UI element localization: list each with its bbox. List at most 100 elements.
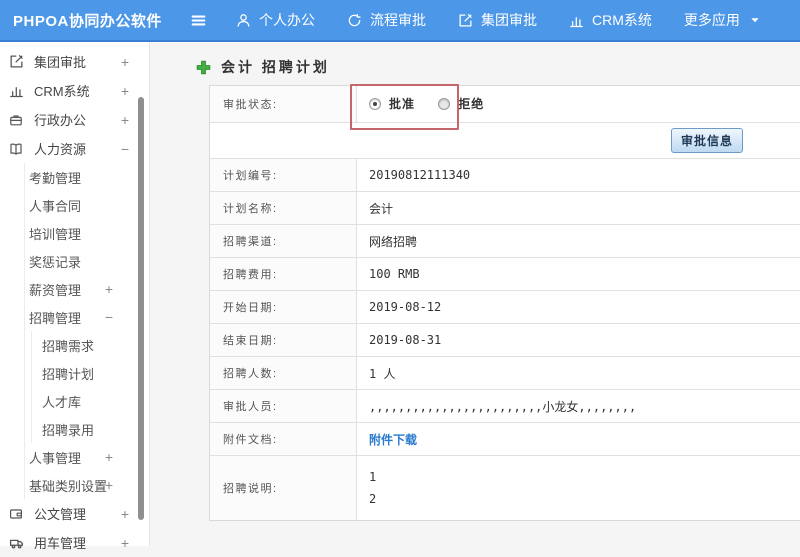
page-header: 会计 招聘计划 bbox=[196, 58, 800, 76]
sidebar-item-label: 招聘录用 bbox=[42, 422, 95, 438]
field-value: 2019-08-12 bbox=[369, 300, 442, 314]
car-icon bbox=[9, 535, 25, 550]
radio-approve[interactable]: 批准 bbox=[369, 95, 415, 112]
field-label: 审批人员: bbox=[223, 401, 278, 413]
field-label: 结束日期: bbox=[223, 335, 278, 347]
top-navbar: PHPOA协同办公软件 个人办公 流程审批 集团审批 CRM系统 更多应用 bbox=[0, 0, 800, 42]
radio-reject-icon[interactable] bbox=[438, 97, 451, 110]
field-label: 计划名称: bbox=[223, 203, 278, 215]
field-value: 2019-08-31 bbox=[369, 333, 442, 347]
sidebar-item-recruit-plan[interactable]: 招聘计划 bbox=[32, 359, 149, 387]
sidebar-item-personnel-mgmt[interactable]: 人事管理 + bbox=[25, 443, 149, 471]
expand-plus-icon[interactable]: + bbox=[121, 54, 129, 70]
sidebar-item-hr-contract[interactable]: 人事合同 bbox=[25, 191, 149, 219]
flow-icon bbox=[347, 13, 362, 28]
attachment-download-link[interactable]: 附件下载 bbox=[369, 433, 417, 447]
nav-item-flow-approval[interactable]: 流程审批 bbox=[347, 10, 426, 30]
sidebar-item-crm-system[interactable]: CRM系统 + bbox=[0, 76, 149, 105]
nav-item-personal-office[interactable]: 个人办公 bbox=[236, 10, 315, 30]
field-value: 12 bbox=[357, 456, 800, 520]
field-label: 审批状态: bbox=[223, 99, 278, 111]
form-row: 开始日期: 2019-08-12 bbox=[210, 291, 800, 324]
collapse-minus-icon[interactable]: − bbox=[121, 141, 129, 157]
expand-plus-icon[interactable]: + bbox=[121, 535, 129, 551]
form-row: 计划编号: 20190812111340 bbox=[210, 159, 800, 192]
edit-icon bbox=[9, 54, 25, 69]
sidebar-submenu: 考勤管理人事合同培训管理奖惩记录薪资管理 + 招聘管理 − 招聘需求招聘计划人才库招聘录… bbox=[24, 163, 149, 499]
form-row: 招聘说明: 1 2 bbox=[210, 456, 800, 520]
form-row: 招聘费用: 100 RMB bbox=[210, 258, 800, 291]
expand-plus-icon[interactable]: + bbox=[121, 83, 129, 99]
sidebar-item-base-category-settings[interactable]: 基础类别设置 + bbox=[25, 471, 149, 499]
sidebar-item-label: 培训管理 bbox=[29, 226, 82, 242]
form-row-approval-button: 审批信息 bbox=[210, 123, 800, 159]
form-row: 审批人员: ,,,,,,,,,,,,,,,,,,,,,,,,小龙女,,,,,,,, bbox=[210, 390, 800, 423]
value-line: 1 bbox=[369, 470, 377, 484]
caret-down-icon bbox=[750, 15, 760, 25]
sidebar-item-recruit-need[interactable]: 招聘需求 bbox=[32, 331, 149, 359]
sidebar-item-salary-mgmt[interactable]: 薪资管理 + bbox=[25, 275, 149, 303]
nav-item-group-approval[interactable]: 集团审批 bbox=[458, 10, 537, 30]
hamburger-icon[interactable] bbox=[190, 13, 208, 28]
sidebar-item-label: CRM系统 bbox=[34, 84, 90, 99]
sidebar-item-recruit-hire[interactable]: 招聘录用 bbox=[32, 415, 149, 443]
detail-form: 审批状态: 批准 拒绝 审批信息 计划编号: 20190812111340 计划名称… bbox=[209, 84, 800, 521]
field-label: 计划编号: bbox=[223, 170, 278, 182]
nav-item-label: 集团审批 bbox=[481, 12, 537, 28]
sidebar-item-talent-pool[interactable]: 人才库 bbox=[32, 387, 149, 415]
expand-plus-icon[interactable]: + bbox=[105, 281, 113, 297]
field-label: 招聘说明: bbox=[223, 483, 278, 495]
expand-plus-icon[interactable]: + bbox=[105, 449, 113, 465]
edit-icon bbox=[458, 13, 473, 28]
field-label-cell: 招聘人数: bbox=[210, 357, 357, 389]
field-label: 招聘渠道: bbox=[223, 236, 278, 248]
form-row: 结束日期: 2019-08-31 bbox=[210, 324, 800, 357]
sidebar-item-document-mgmt[interactable]: 公文管理 + bbox=[0, 499, 149, 528]
sidebar-item-group-approval[interactable]: 集团审批 + bbox=[0, 47, 149, 76]
field-label-cell: 附件文档: bbox=[210, 423, 357, 455]
form-row-approval-status: 审批状态: 批准 拒绝 bbox=[210, 86, 800, 123]
expand-plus-icon[interactable]: + bbox=[105, 477, 113, 493]
form-row: 计划名称: 会计 bbox=[210, 192, 800, 225]
radio-approve-icon[interactable] bbox=[369, 97, 381, 110]
sidebar-item-label: 人才库 bbox=[42, 394, 82, 410]
sidebar-item-reward-punish-records[interactable]: 奖惩记录 bbox=[25, 247, 149, 275]
radio-reject-label: 拒绝 bbox=[458, 97, 485, 112]
nav-item-label: 流程审批 bbox=[370, 12, 426, 28]
sidebar-item-attendance-mgmt[interactable]: 考勤管理 bbox=[25, 163, 149, 191]
main-content: 会计 招聘计划 审批状态: 批准 拒绝 审批信息 计划编号: 2019081211… bbox=[150, 42, 800, 546]
form-row: 招聘渠道: 网络招聘 bbox=[210, 225, 800, 258]
sidebar-item-recruit-mgmt[interactable]: 招聘管理 − bbox=[25, 303, 149, 331]
page-title: 会计 招聘计划 bbox=[221, 59, 330, 75]
field-label-cell: 审批状态: bbox=[210, 86, 357, 122]
radio-reject[interactable]: 拒绝 bbox=[438, 95, 484, 112]
radio-approve-label: 批准 bbox=[389, 97, 416, 112]
expand-plus-icon[interactable]: + bbox=[121, 506, 129, 522]
field-value: 100 RMB bbox=[369, 267, 420, 281]
sidebar-item-admin-office[interactable]: 行政办公 + bbox=[0, 105, 149, 134]
approval-info-button[interactable]: 审批信息 bbox=[671, 128, 744, 153]
expand-plus-icon[interactable]: + bbox=[121, 112, 129, 128]
form-row: 招聘人数: 1 人 bbox=[210, 357, 800, 390]
form-row: 附件文档: 附件下载 bbox=[210, 423, 800, 456]
sidebar-item-label: 人力资源 bbox=[34, 142, 87, 157]
doc-icon bbox=[9, 507, 25, 521]
field-value: ,,,,,,,,,,,,,,,,,,,,,,,,小龙女,,,,,,,, bbox=[369, 399, 637, 414]
sidebar-item-label: 薪资管理 bbox=[29, 282, 82, 298]
field-label: 招聘费用: bbox=[223, 269, 278, 281]
sidebar-item-label: 招聘需求 bbox=[42, 338, 95, 354]
sidebar-item-label: 人事管理 bbox=[29, 450, 82, 466]
chart-icon bbox=[569, 13, 584, 28]
field-value: 网络招聘 bbox=[369, 234, 418, 249]
nav-item-crm-system[interactable]: CRM系统 bbox=[569, 10, 652, 30]
sidebar-scrollbar-thumb[interactable] bbox=[138, 97, 144, 520]
sidebar-item-human-resources[interactable]: 人力资源 − bbox=[0, 134, 149, 163]
sidebar-item-vehicle-mgmt[interactable]: 用车管理 + bbox=[0, 528, 149, 557]
app-logo[interactable]: PHPOA协同办公软件 bbox=[0, 10, 190, 31]
collapse-minus-icon[interactable]: − bbox=[105, 309, 113, 325]
field-label: 开始日期: bbox=[223, 302, 278, 314]
nav-item-more-apps[interactable]: 更多应用 bbox=[684, 10, 760, 30]
sidebar-item-label: 人事合同 bbox=[29, 198, 82, 214]
sidebar-item-training-mgmt[interactable]: 培训管理 bbox=[25, 219, 149, 247]
field-label-cell: 开始日期: bbox=[210, 291, 357, 323]
